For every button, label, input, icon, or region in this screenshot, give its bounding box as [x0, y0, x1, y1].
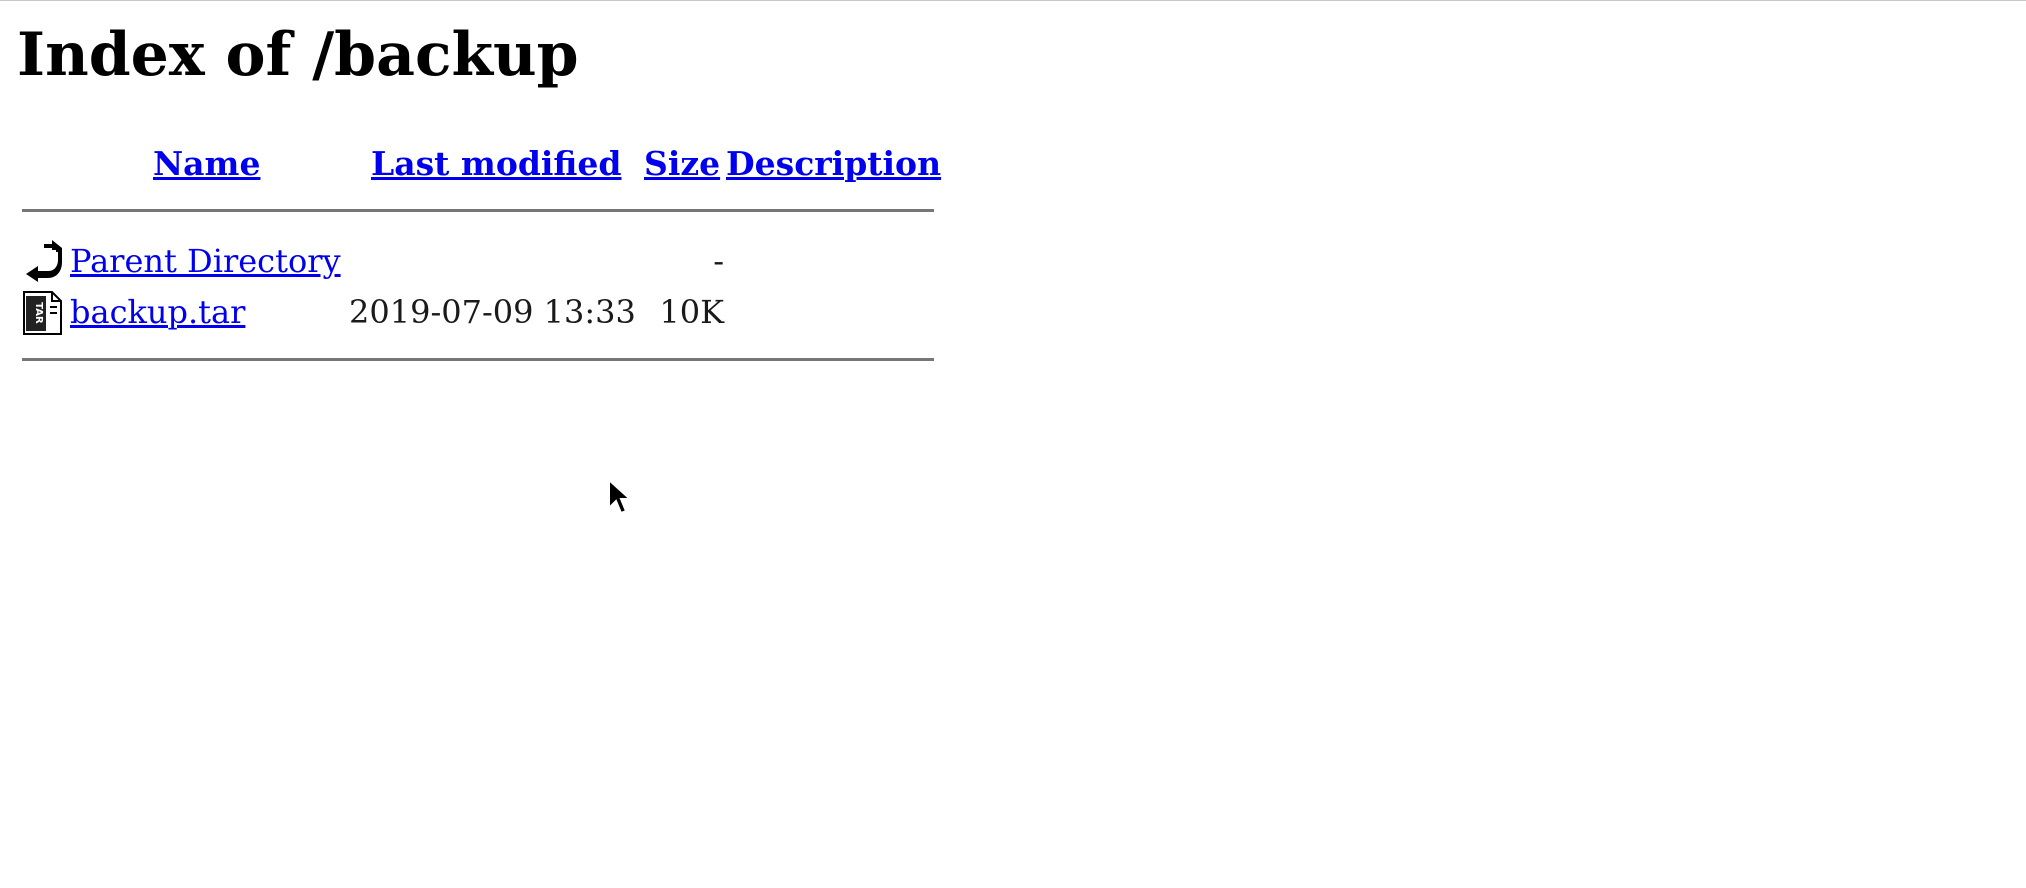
column-header-name[interactable]: Name: [153, 142, 260, 186]
size-cell: 10K: [659, 293, 724, 331]
tar-file-icon[interactable]: TAR: [22, 291, 64, 335]
mouse-cursor-icon: [607, 477, 633, 520]
svg-text:TAR: TAR: [33, 302, 44, 324]
table-row-backup-tar: TAR backup.tar 2019-07-09 13:33 10K: [22, 288, 934, 336]
top-border: [0, 0, 2026, 1]
last-modified-cell: 2019-07-09 13:33: [349, 293, 636, 331]
parent-directory-link[interactable]: Parent Directory: [70, 237, 341, 285]
column-header-size[interactable]: Size: [644, 142, 720, 186]
size-cell: -: [713, 242, 724, 280]
header-divider: [22, 209, 934, 212]
table-row-parent-directory: Parent Directory -: [22, 237, 934, 285]
page-title: Index of /backup: [17, 20, 579, 90]
backup-tar-link[interactable]: backup.tar: [70, 288, 245, 336]
column-header-description[interactable]: Description: [726, 142, 941, 186]
back-arrow-icon[interactable]: [22, 240, 64, 284]
column-header-last-modified[interactable]: Last modified: [371, 142, 622, 186]
footer-divider: [22, 358, 934, 361]
